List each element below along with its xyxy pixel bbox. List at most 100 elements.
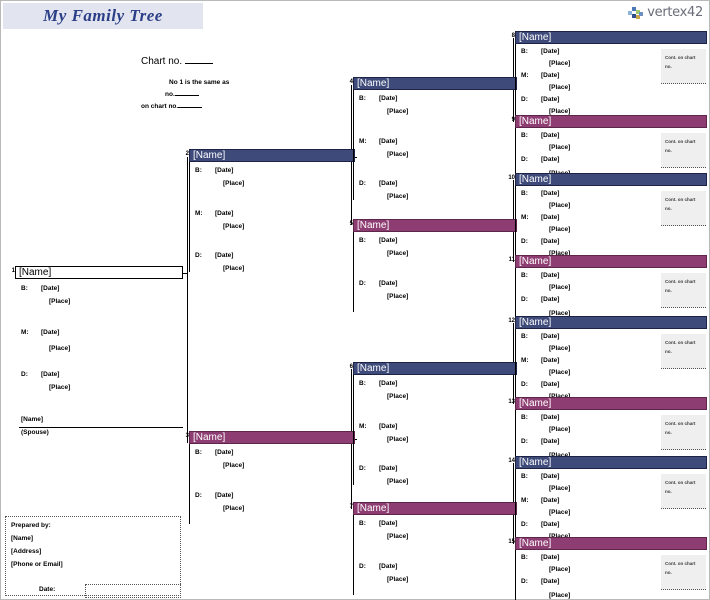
person-1-marriage-place[interactable]: [Place] <box>49 345 70 352</box>
person-2-birth-date[interactable]: [Date] <box>215 167 233 174</box>
person-card-6[interactable]: 6 [Name] B: [Date] [Place] M: [Date] [Pl… <box>350 362 517 485</box>
person-2-marriage-date[interactable]: [Date] <box>215 210 233 217</box>
person-3-death-place[interactable]: [Place] <box>223 505 244 512</box>
person-5-birth-place[interactable]: [Place] <box>387 250 408 257</box>
person-2-header[interactable]: 2 [Name] <box>186 149 355 162</box>
person-8-continuation-box[interactable]: Cont. on chart no. <box>661 49 706 84</box>
prepared-by-contact[interactable]: [Phone or Email] <box>11 561 63 568</box>
person-4-marriage-place[interactable]: [Place] <box>387 151 408 158</box>
person-12-birth-place[interactable]: [Place] <box>549 345 570 352</box>
person-card-3[interactable]: 3 [Name] B: [Date] [Place] D: [Date] [Pl… <box>186 431 355 524</box>
person-14-header[interactable]: 14 [Name] <box>508 456 707 469</box>
person-4-header[interactable]: 4 [Name] <box>350 77 517 90</box>
date-input[interactable] <box>85 584 181 598</box>
person-1-birth-place[interactable]: [Place] <box>49 298 70 305</box>
person-14-marriage-place[interactable]: [Place] <box>549 509 570 516</box>
person-5-death-place[interactable]: [Place] <box>387 293 408 300</box>
person-11-birth-date[interactable]: [Date] <box>541 272 559 279</box>
person-6-birth-date[interactable]: [Date] <box>379 380 397 387</box>
person-11-birth-place[interactable]: [Place] <box>549 284 570 291</box>
person-card-4[interactable]: 4 [Name] B: [Date] [Place] M: [Date] [Pl… <box>350 77 517 200</box>
person-card-5[interactable]: 5 [Name] B: [Date] [Place] D: [Date] [Pl… <box>350 219 517 312</box>
person-6-death-date[interactable]: [Date] <box>379 465 397 472</box>
person-12-marriage-place[interactable]: [Place] <box>549 369 570 376</box>
person-5-birth-date[interactable]: [Date] <box>379 237 397 244</box>
person-14-continuation-box[interactable]: Cont. on chart no. <box>661 474 706 509</box>
person-card-1[interactable]: 1 [Name] B: [Date] [Place] M: [Date] [Pl… <box>12 266 183 439</box>
person-8-death-date[interactable]: [Date] <box>541 96 559 103</box>
person-5-death-date[interactable]: [Date] <box>379 280 397 287</box>
person-15-header[interactable]: 15 [Name] <box>508 537 707 550</box>
person-13-header[interactable]: 13 [Name] <box>508 397 707 410</box>
person-9-birth-place[interactable]: [Place] <box>549 144 570 151</box>
prepared-by-name[interactable]: [Name] <box>11 535 33 542</box>
person-10-birth-date[interactable]: [Date] <box>541 190 559 197</box>
person-2-birth-place[interactable]: [Place] <box>223 180 244 187</box>
person-3-header[interactable]: 3 [Name] <box>186 431 355 444</box>
person-9-birth-date[interactable]: [Date] <box>541 132 559 139</box>
person-14-death-date[interactable]: [Date] <box>541 521 559 528</box>
person-2-death-date[interactable]: [Date] <box>215 252 233 259</box>
person-2-marriage-place[interactable]: [Place] <box>223 223 244 230</box>
note-no-blank[interactable] <box>174 95 199 96</box>
person-10-marriage-place[interactable]: [Place] <box>549 226 570 233</box>
chart-no-blank[interactable] <box>184 63 213 64</box>
person-card-10[interactable]: 10 [Name] B: [Date] [Place] M: [Date] [P… <box>508 173 707 259</box>
person-11-death-date[interactable]: [Date] <box>541 296 559 303</box>
person-13-continuation-box[interactable]: Cont. on chart no. <box>661 415 706 450</box>
person-9-death-date[interactable]: [Date] <box>541 156 559 163</box>
person-1-header[interactable]: 1 [Name] <box>12 266 183 279</box>
person-15-death-date[interactable]: [Date] <box>541 578 559 585</box>
person-1-death-place[interactable]: [Place] <box>49 384 70 391</box>
person-15-death-place[interactable]: [Place] <box>549 592 570 599</box>
person-14-birth-date[interactable]: [Date] <box>541 473 559 480</box>
person-card-2[interactable]: 2 [Name] B: [Date] [Place] M: [Date] [Pl… <box>186 149 355 272</box>
person-10-continuation-box[interactable]: Cont. on chart no. <box>661 191 706 226</box>
person-15-birth-date[interactable]: [Date] <box>541 554 559 561</box>
person-3-death-date[interactable]: [Date] <box>215 492 233 499</box>
person-12-continuation-box[interactable]: Cont. on chart no. <box>661 334 706 369</box>
person-card-12[interactable]: 12 [Name] B: [Date] [Place] M: [Date] [P… <box>508 316 707 402</box>
person-8-marriage-date[interactable]: [Date] <box>541 72 559 79</box>
person-7-header[interactable]: 7 [Name] <box>350 502 517 515</box>
person-10-birth-place[interactable]: [Place] <box>549 202 570 209</box>
person-4-marriage-date[interactable]: [Date] <box>379 138 397 145</box>
person-7-birth-date[interactable]: [Date] <box>379 520 397 527</box>
person-1-marriage-date[interactable]: [Date] <box>41 329 59 336</box>
person-10-marriage-date[interactable]: [Date] <box>541 214 559 221</box>
person-8-marriage-place[interactable]: [Place] <box>549 84 570 91</box>
person-8-death-place[interactable]: [Place] <box>549 108 570 115</box>
person-12-header[interactable]: 12 [Name] <box>508 316 707 329</box>
person-5-header[interactable]: 5 [Name] <box>350 219 517 232</box>
person-13-birth-date[interactable]: [Date] <box>541 414 559 421</box>
person-15-birth-place[interactable]: [Place] <box>549 566 570 573</box>
person-4-death-date[interactable]: [Date] <box>379 180 397 187</box>
person-7-death-date[interactable]: [Date] <box>379 563 397 570</box>
person-6-marriage-place[interactable]: [Place] <box>387 436 408 443</box>
prepared-by-address[interactable]: [Address] <box>11 548 41 555</box>
person-12-death-date[interactable]: [Date] <box>541 381 559 388</box>
person-1-death-date[interactable]: [Date] <box>41 371 59 378</box>
person-12-marriage-date[interactable]: [Date] <box>541 357 559 364</box>
person-7-birth-place[interactable]: [Place] <box>387 533 408 540</box>
person-8-birth-date[interactable]: [Date] <box>541 48 559 55</box>
person-11-continuation-box[interactable]: Cont. on chart no. <box>661 273 706 308</box>
person-3-birth-place[interactable]: [Place] <box>223 462 244 469</box>
person-7-death-place[interactable]: [Place] <box>387 576 408 583</box>
person-10-death-date[interactable]: [Date] <box>541 238 559 245</box>
person-3-birth-date[interactable]: [Date] <box>215 449 233 456</box>
person-13-birth-place[interactable]: [Place] <box>549 426 570 433</box>
person-6-birth-place[interactable]: [Place] <box>387 393 408 400</box>
person-6-marriage-date[interactable]: [Date] <box>379 423 397 430</box>
person-6-death-place[interactable]: [Place] <box>387 478 408 485</box>
person-card-8[interactable]: 8 [Name] B: [Date] [Place] M: [Date] [Pl… <box>512 31 707 117</box>
person-card-15[interactable]: 15 [Name] B: [Date] [Place] D: [Date] [P… <box>508 537 707 600</box>
person-13-death-date[interactable]: [Date] <box>541 438 559 445</box>
note-chart-no-blank[interactable] <box>178 107 203 108</box>
person-card-14[interactable]: 14 [Name] B: [Date] [Place] M: [Date] [P… <box>508 456 707 542</box>
person-11-header[interactable]: 11 [Name] <box>509 255 707 268</box>
person-14-marriage-date[interactable]: [Date] <box>541 497 559 504</box>
person-1-spouse-name[interactable]: [Name] <box>21 416 43 423</box>
person-4-death-place[interactable]: [Place] <box>387 193 408 200</box>
person-10-header[interactable]: 10 [Name] <box>508 173 707 186</box>
